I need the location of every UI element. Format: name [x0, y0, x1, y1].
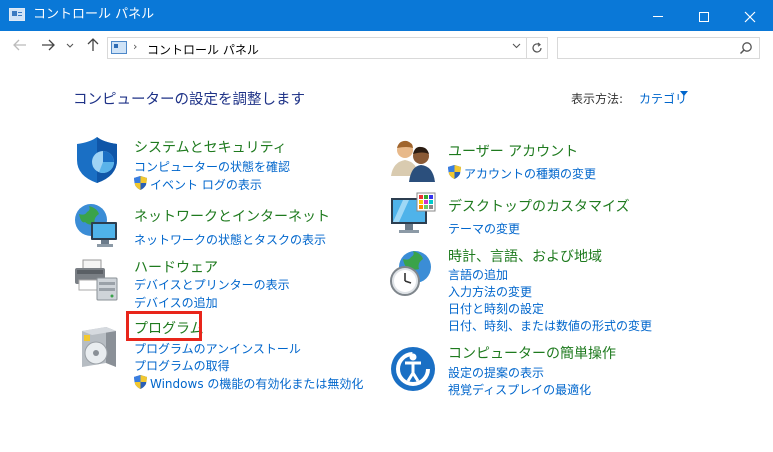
view-by-chevron-icon[interactable]	[680, 90, 688, 100]
category-appearance-personalization[interactable]: デスクトップのカスタマイズ	[448, 196, 630, 216]
link-change-theme[interactable]: テーマの変更	[448, 220, 520, 237]
control-panel-icon	[9, 8, 25, 21]
link-check-computer-status[interactable]: コンピューターの状態を確認	[134, 158, 290, 175]
link-view-devices-printers[interactable]: デバイスとプリンターの表示	[134, 276, 290, 293]
category-system-security[interactable]: システムとセキュリティ	[134, 137, 287, 157]
network-globe-icon[interactable]	[73, 202, 121, 250]
maximize-icon	[699, 11, 709, 22]
category-ease-of-access[interactable]: コンピューターの簡単操作	[448, 343, 616, 363]
highlight-box	[126, 311, 202, 341]
link-uninstall-program[interactable]: プログラムのアンインストール	[134, 340, 301, 357]
forward-arrow-icon	[42, 39, 55, 51]
minimize-button[interactable]	[635, 0, 681, 31]
back-button[interactable]	[11, 38, 29, 56]
search-input[interactable]	[557, 37, 760, 59]
category-network-internet[interactable]: ネットワークとインターネット	[134, 206, 330, 226]
title-bar: コントロール パネル	[0, 0, 773, 31]
chevron-down-icon	[66, 43, 74, 48]
link-change-account-type[interactable]: アカウントの種類の変更	[464, 165, 596, 182]
hardware-printer-icon[interactable]	[73, 256, 121, 304]
address-dropdown-button[interactable]	[508, 41, 524, 52]
link-network-status-tasks[interactable]: ネットワークの状態とタスクの表示	[134, 231, 326, 248]
uac-shield-icon	[448, 165, 461, 179]
link-view-event-logs[interactable]: イベント ログの表示	[150, 176, 262, 193]
view-by-label: 表示方法:	[571, 92, 624, 106]
clock-region-icon[interactable]	[389, 249, 437, 297]
maximize-button[interactable]	[681, 0, 727, 31]
link-change-date-time-number-formats[interactable]: 日付、時刻、または数値の形式の変更	[448, 317, 652, 334]
link-change-input-methods[interactable]: 入力方法の変更	[448, 283, 532, 300]
system-security-shield-icon[interactable]	[73, 136, 121, 184]
search-icon[interactable]	[739, 41, 753, 55]
minimize-icon	[653, 16, 663, 17]
forward-button[interactable]	[39, 38, 57, 56]
recent-locations-button[interactable]	[65, 38, 75, 56]
category-clock-region[interactable]: 時計、言語、および地域	[448, 246, 602, 266]
link-turn-windows-features[interactable]: Windows の機能の有効化または無効化	[150, 375, 363, 392]
control-panel-icon	[111, 41, 127, 54]
up-button[interactable]	[84, 38, 102, 56]
close-icon	[744, 11, 756, 22]
page-title: コンピューターの設定を調整します	[73, 92, 305, 108]
ease-of-access-icon[interactable]	[389, 345, 437, 393]
up-arrow-icon	[87, 38, 99, 51]
navigation-bar: › コントロール パネル	[0, 31, 773, 63]
address-bar[interactable]: › コントロール パネル	[107, 37, 548, 59]
category-hardware[interactable]: ハードウェア	[134, 257, 218, 277]
link-optimize-visual-display[interactable]: 視覚ディスプレイの最適化	[448, 381, 591, 398]
refresh-button[interactable]	[526, 38, 547, 58]
link-let-windows-suggest-settings[interactable]: 設定の提案の表示	[448, 364, 544, 381]
programs-installer-icon[interactable]	[76, 323, 124, 371]
personalization-monitor-icon[interactable]	[389, 192, 437, 240]
category-user-accounts[interactable]: ユーザー アカウント	[448, 141, 578, 161]
link-add-device[interactable]: デバイスの追加	[134, 294, 218, 311]
link-get-programs[interactable]: プログラムの取得	[134, 357, 230, 374]
uac-shield-icon	[134, 176, 147, 190]
close-button[interactable]	[727, 0, 773, 31]
window-title: コントロール パネル	[33, 7, 155, 22]
uac-shield-icon	[134, 375, 147, 389]
user-accounts-icon[interactable]	[389, 136, 437, 184]
breadcrumb[interactable]: コントロール パネル	[147, 41, 259, 58]
link-add-language[interactable]: 言語の追加	[448, 266, 508, 283]
back-arrow-icon	[13, 39, 26, 51]
breadcrumb-separator-icon: ›	[133, 40, 138, 53]
link-set-date-time[interactable]: 日付と時刻の設定	[448, 300, 544, 317]
refresh-icon	[532, 42, 542, 53]
chevron-down-icon	[512, 43, 520, 49]
